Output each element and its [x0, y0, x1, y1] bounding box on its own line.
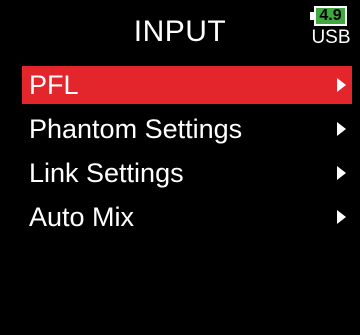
input-menu: PFL Phantom Settings Link Settings Auto …	[22, 66, 352, 242]
battery-voltage: 4.9	[319, 7, 342, 24]
menu-item-label: PFL	[29, 70, 79, 100]
page-title: INPUT	[133, 15, 227, 48]
device-screen: INPUT 4.9 USB PFL Phantom Settings Link …	[0, 0, 360, 335]
right-arrow-icon	[337, 166, 346, 180]
menu-item-label: Phantom Settings	[29, 114, 243, 144]
menu-item-pfl[interactable]: PFL	[22, 66, 352, 104]
menu-item-link-settings[interactable]: Link Settings	[22, 154, 352, 192]
menu-item-auto-mix[interactable]: Auto Mix	[22, 198, 352, 236]
right-arrow-icon	[337, 78, 346, 92]
battery-indicator: 4.9 USB	[310, 6, 352, 50]
menu-item-label: Auto Mix	[29, 202, 135, 232]
menu-item-phantom-settings[interactable]: Phantom Settings	[22, 110, 352, 148]
right-arrow-icon	[337, 210, 346, 224]
menu-item-label: Link Settings	[29, 158, 184, 188]
right-arrow-icon	[337, 122, 346, 136]
power-source-label: USB	[311, 27, 351, 48]
